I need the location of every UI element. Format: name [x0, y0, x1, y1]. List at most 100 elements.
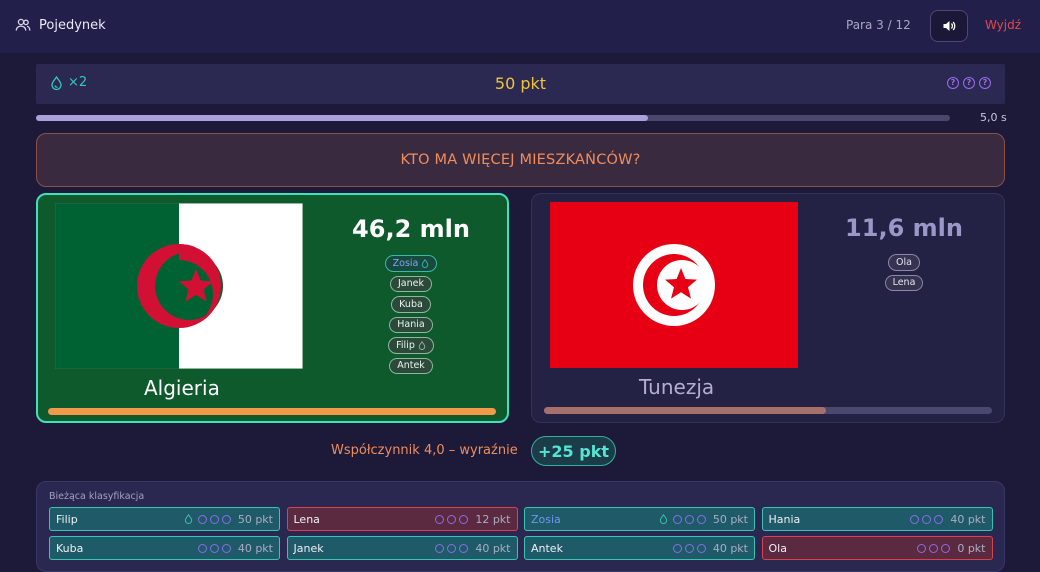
population-value: 11,6 mln [845, 214, 963, 242]
player-meta: 40 pkt [672, 541, 748, 555]
tunisia-flag [550, 202, 798, 368]
hint-icon [684, 514, 694, 524]
hint-icon [934, 514, 944, 524]
player-meta: 40 pkt [910, 512, 986, 526]
hint-icon [672, 514, 682, 524]
hint-icon [197, 514, 207, 524]
player-name: Janek [293, 541, 324, 555]
leaderboard-entry: Antek 40 pkt [524, 536, 755, 560]
leaderboard-entry: Zosia 50 pkt [524, 507, 755, 531]
player-points: 40 pkt [950, 512, 986, 526]
voter-name: Lena [892, 277, 916, 289]
drop-icon [659, 514, 667, 524]
drop-icon [422, 258, 429, 268]
leaderboard-title: Bieżąca klasyfikacja [49, 491, 145, 502]
drop-icon [418, 340, 426, 350]
leaderboard-entry: Kuba 40 pkt [49, 536, 280, 560]
answer-card-right[interactable]: Tunezja 11,6 mln Ola Lena [531, 193, 1005, 423]
drop-icon [184, 514, 192, 524]
vote-chip: Janek [390, 275, 432, 292]
hint-icon [696, 543, 706, 553]
player-points: 50 pkt [237, 512, 273, 526]
vote-chip: Ola [888, 254, 920, 271]
player-name: Lena [293, 512, 320, 526]
player-name: Antek [531, 541, 563, 555]
leaderboard-entry: Hania 40 pkt [761, 507, 993, 531]
hint-icon [435, 514, 445, 524]
player-meta: 12 pkt [435, 512, 511, 526]
hint-tokens: ? ? ? [947, 77, 991, 89]
country-name: Tunezja [639, 375, 715, 399]
vote-chip: Lena [884, 274, 924, 291]
leaderboard: Bieżąca klasyfikacja Filip 50 pkt Lena 12 p… [36, 481, 1005, 572]
vote-share-fill [544, 407, 827, 414]
player-points: 50 pkt [712, 512, 748, 526]
timer-label: 5,0 s [980, 111, 1007, 124]
voter-name: Antek [397, 360, 425, 372]
hint-icon[interactable]: ? [979, 77, 991, 89]
vote-share-bar [48, 408, 496, 415]
timer-fill [36, 115, 649, 121]
player-name: Hania [768, 512, 801, 526]
exit-link[interactable]: Wyjdź [985, 18, 1021, 32]
algeria-flag [55, 203, 303, 369]
player-meta: 0 pkt [917, 541, 986, 555]
hint-icon[interactable]: ? [963, 77, 975, 89]
vote-share-bar [544, 407, 992, 414]
population-value: 46,2 mln [352, 215, 470, 243]
leaderboard-entry: Janek 40 pkt [286, 536, 518, 560]
player-meta: 40 pkt [435, 541, 511, 555]
hint-icon [209, 514, 219, 524]
hint-icon [209, 543, 219, 553]
timer-bar [36, 115, 950, 121]
leaderboard-entry: Ola 0 pkt [761, 536, 993, 560]
vote-chip: Hania [389, 316, 433, 333]
player-points: 12 pkt [475, 512, 511, 526]
mode-label: Pojedynek [39, 17, 106, 33]
coefficient-text: Współczynnik 4,0 – wyraźnie [331, 443, 518, 458]
vote-chip: Antek [389, 357, 433, 374]
player-meta: 50 pkt [659, 513, 748, 526]
pair-counter: Para 3 / 12 [846, 18, 911, 32]
hint-icon [447, 543, 457, 553]
hint-icon [696, 514, 706, 524]
hint-icon [459, 514, 469, 524]
points-gain-badge: +25 pkt [531, 436, 616, 466]
hint-icon [197, 543, 207, 553]
vote-chip: Zosia [384, 255, 438, 272]
current-points: 50 pkt [494, 74, 547, 93]
player-meta: 50 pkt [184, 513, 273, 526]
voter-name: Janek [398, 278, 424, 290]
player-points: 40 pkt [237, 541, 273, 555]
answer-card-left[interactable]: Algieria 46,2 mln Zosia Janek Kuba Hania Fil… [36, 193, 509, 423]
hint-icon [941, 543, 951, 553]
player-points: 40 pkt [712, 541, 748, 555]
hint-icon [221, 514, 231, 524]
player-name: Zosia [531, 512, 561, 526]
top-bar: Pojedynek Para 3 / 12 Wyjdź [0, 0, 1040, 53]
hint-icon [459, 543, 469, 553]
hint-icon [922, 514, 932, 524]
hint-icon [929, 543, 939, 553]
hint-icon [672, 543, 682, 553]
vote-chip: Filip [388, 337, 434, 354]
hint-icon [221, 543, 231, 553]
leaderboard-entry: Filip 50 pkt [49, 507, 280, 531]
sound-toggle-button[interactable] [930, 10, 968, 42]
voter-name: Ola [896, 256, 912, 268]
player-points: 0 pkt [957, 541, 986, 555]
hint-icon [447, 514, 457, 524]
player-points: 40 pkt [475, 541, 511, 555]
vote-chips: Ola Lena [824, 254, 984, 291]
hint-icon [910, 514, 920, 524]
player-meta: 40 pkt [197, 541, 273, 555]
game-mode: Pojedynek [15, 17, 106, 33]
voter-name: Kuba [399, 298, 423, 310]
player-name: Ola [768, 541, 787, 555]
voter-name: Zosia [392, 257, 419, 269]
hint-icon [917, 543, 927, 553]
leaderboard-entry: Lena 12 pkt [286, 507, 518, 531]
hint-icon[interactable]: ? [947, 77, 959, 89]
voter-name: Hania [397, 319, 425, 331]
voter-name: Filip [396, 339, 415, 351]
